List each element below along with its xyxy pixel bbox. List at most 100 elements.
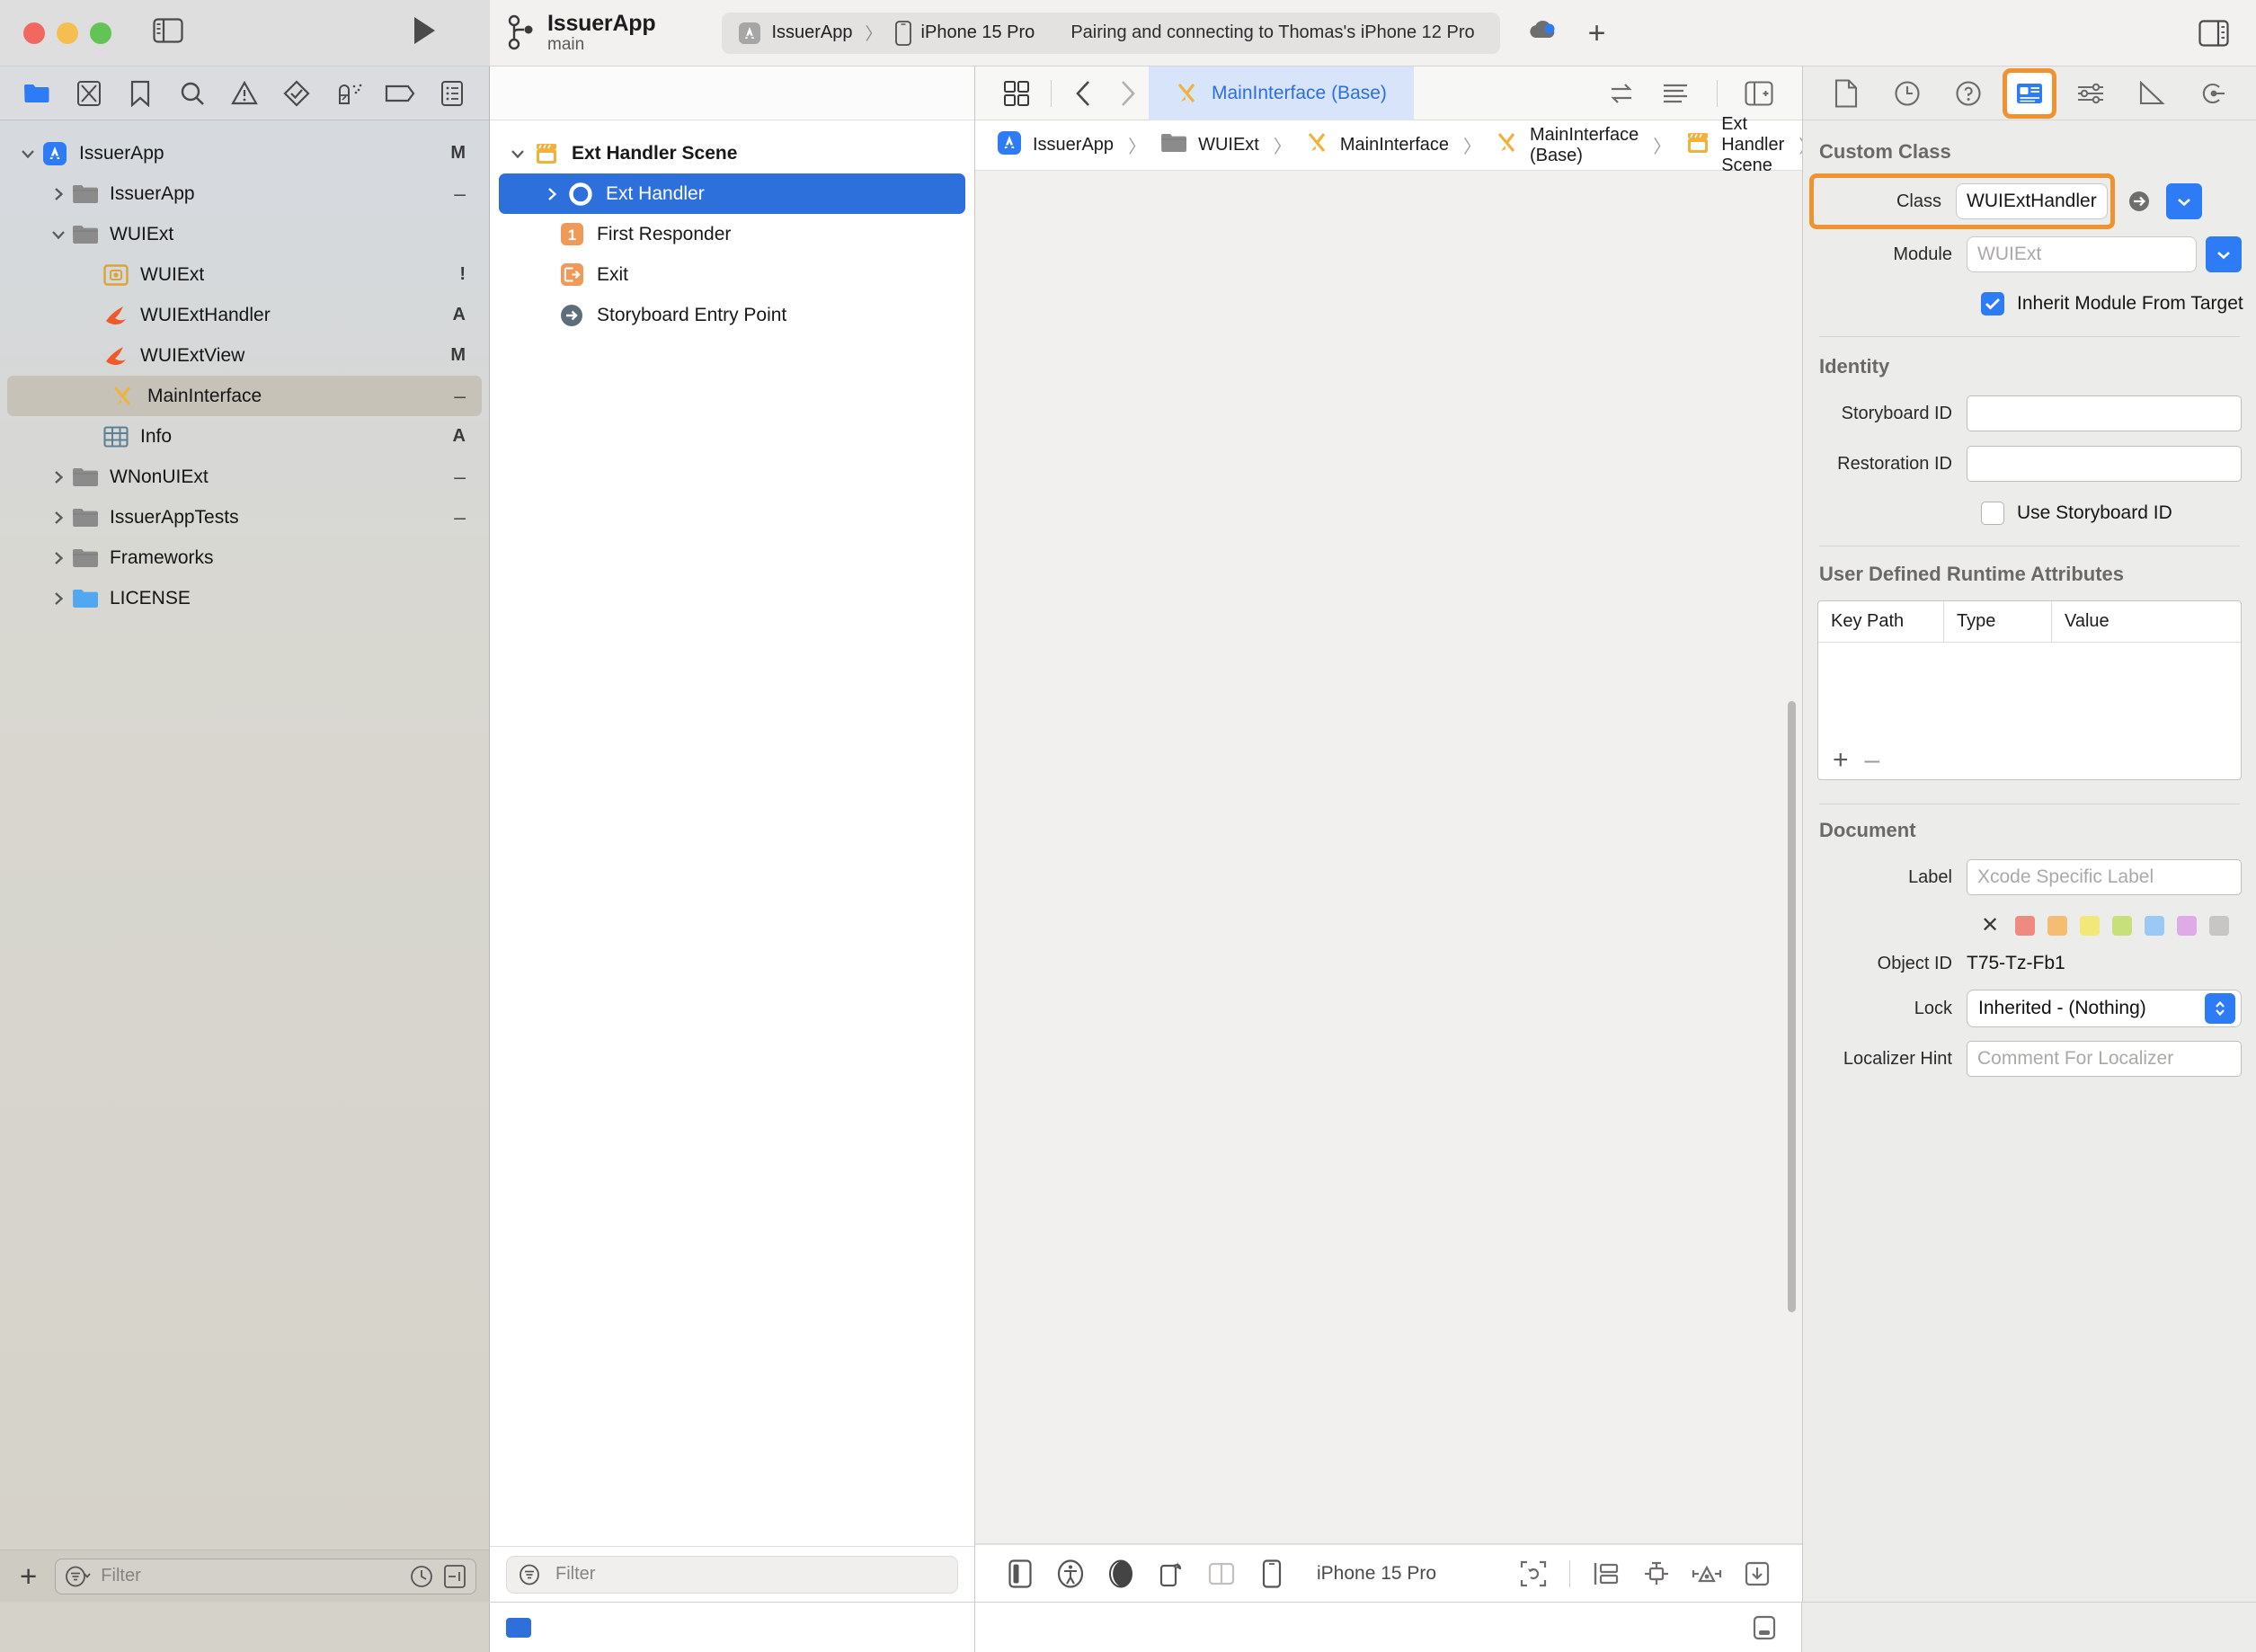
go-forward-button[interactable]: [1106, 74, 1149, 113]
toggle-inspector-icon[interactable]: [2198, 19, 2229, 47]
lock-select[interactable]: Inherited - (Nothing): [1967, 990, 2242, 1027]
size-inspector-icon[interactable]: [2129, 73, 2174, 114]
storyboard-canvas[interactable]: 1: [975, 171, 1802, 1544]
resolve-issues-icon[interactable]: [1732, 1553, 1782, 1594]
add-file-button[interactable]: +: [13, 1561, 44, 1591]
add-constraints-icon[interactable]: [1682, 1553, 1732, 1594]
clear-label-color-button[interactable]: ✕: [1981, 915, 1999, 937]
inherit-module-checkbox[interactable]: [1981, 292, 2004, 315]
label-input[interactable]: Xcode Specific Label: [1967, 859, 2242, 895]
recent-filter-icon[interactable]: [409, 1564, 434, 1589]
label-color-swatch[interactable]: [2112, 916, 2133, 936]
runtime-attributes-table[interactable]: Key Path Type Value + –: [1817, 600, 2242, 780]
label-color-swatches[interactable]: ✕: [1803, 907, 2256, 945]
editor-file-tab[interactable]: MainInterface (Base): [1149, 66, 1414, 120]
file-tree-row[interactable]: IssuerApp –: [0, 173, 489, 214]
debug-navigator-icon[interactable]: [323, 74, 375, 113]
split-view-icon[interactable]: [1196, 1553, 1247, 1594]
disclosure-triangle[interactable]: [47, 591, 70, 607]
update-frames-icon[interactable]: [1508, 1553, 1559, 1594]
minimize-window-button[interactable]: [57, 22, 78, 44]
breadcrumb[interactable]: IssuerApp 〉 WUIExt 〉 MainInterface 〉 MainInter…: [975, 114, 1930, 175]
file-tree-row[interactable]: Info A: [0, 416, 489, 457]
assistant-editor-icon[interactable]: [1598, 74, 1645, 113]
close-window-button[interactable]: [23, 22, 45, 44]
disclosure-triangle[interactable]: [47, 469, 70, 485]
window-controls[interactable]: [23, 22, 111, 44]
file-tree-row[interactable]: WUIExt: [0, 214, 489, 254]
canvas-device-label[interactable]: iPhone 15 Pro: [1317, 1563, 1436, 1585]
breadcrumb-item[interactable]: IssuerApp: [997, 130, 1114, 161]
go-back-button[interactable]: [1062, 74, 1106, 113]
toggle-navigator-icon[interactable]: [153, 18, 183, 48]
file-tree-row[interactable]: MainInterface –: [7, 376, 482, 416]
run-button[interactable]: [413, 16, 436, 49]
disclosure-triangle[interactable]: [538, 186, 565, 202]
debug-area-toggle-icon[interactable]: [1751, 1614, 1778, 1641]
attributes-inspector-icon[interactable]: [2068, 73, 2113, 114]
use-storyboard-id-row[interactable]: Use Storyboard ID: [1803, 493, 2256, 533]
align-icon[interactable]: [1631, 1553, 1682, 1594]
outline-row[interactable]: Ext Handler Scene: [490, 133, 974, 173]
label-color-swatch[interactable]: [2145, 916, 2165, 936]
file-tree-row[interactable]: WNonUIExt –: [0, 457, 489, 497]
issue-navigator-icon[interactable]: [218, 74, 271, 113]
inspector-tab-bar[interactable]: [1803, 67, 2256, 120]
label-color-swatch[interactable]: [2080, 916, 2101, 936]
remove-runtime-attribute-button[interactable]: –: [1865, 747, 1880, 774]
source-control-filter-icon[interactable]: [443, 1564, 466, 1589]
file-tree-row[interactable]: WUIExt!: [0, 254, 489, 295]
runtime-attributes-rows[interactable]: [1818, 643, 2241, 742]
embed-in-icon[interactable]: [1581, 1553, 1631, 1594]
file-tree-row[interactable]: WUIExtHandler A: [0, 295, 489, 335]
label-color-swatch[interactable]: [2047, 916, 2068, 936]
history-inspector-icon[interactable]: [1885, 73, 1930, 114]
file-tree-row[interactable]: WUIExtView M: [0, 335, 489, 376]
navigator-tab-bar[interactable]: [0, 67, 489, 120]
accessibility-icon[interactable]: [1045, 1553, 1096, 1594]
add-runtime-attribute-button[interactable]: +: [1833, 747, 1849, 774]
class-input[interactable]: WUIExtHandler: [1956, 183, 2108, 219]
disclosure-triangle[interactable]: [47, 226, 70, 243]
connections-inspector-icon[interactable]: [2190, 73, 2235, 114]
project-navigator-icon[interactable]: [11, 74, 63, 113]
identity-inspector-icon[interactable]: [2003, 67, 2056, 119]
file-tree-row[interactable]: IssuerApp M: [0, 133, 489, 173]
file-tree-row[interactable]: LICENSE: [0, 578, 489, 618]
jump-to-class-icon[interactable]: [2121, 188, 2157, 215]
breadcrumb-item[interactable]: WUIExt: [1160, 132, 1259, 159]
quick-help-icon[interactable]: [1946, 73, 1991, 114]
label-color-swatch[interactable]: [2015, 916, 2036, 936]
localizer-hint-input[interactable]: Comment For Localizer: [1967, 1041, 2242, 1077]
find-navigator-icon[interactable]: [166, 74, 218, 113]
outline-row[interactable]: Storyboard Entry Point: [490, 295, 974, 335]
bookmark-navigator-icon[interactable]: [115, 74, 167, 113]
label-color-swatch[interactable]: [2177, 916, 2198, 936]
outline-filter-input[interactable]: Filter: [506, 1555, 958, 1594]
branch-indicator[interactable]: IssuerApp main: [508, 11, 656, 55]
navigator-filter-input[interactable]: Filter: [55, 1558, 476, 1594]
report-navigator-icon[interactable]: [426, 74, 478, 113]
use-storyboard-id-checkbox[interactable]: [1981, 502, 2004, 525]
editor-options-icon[interactable]: [993, 74, 1040, 113]
disclosure-triangle[interactable]: [504, 146, 531, 162]
scheme-selector[interactable]: IssuerApp: [738, 22, 853, 45]
source-control-navigator-icon[interactable]: [63, 74, 115, 113]
disclosure-triangle[interactable]: [47, 186, 70, 202]
cloud-status-icon[interactable]: [1527, 19, 1558, 47]
device-bezel-icon[interactable]: [995, 1553, 1045, 1594]
class-dropdown-button[interactable]: [2166, 183, 2202, 219]
restoration-id-input[interactable]: [1967, 446, 2242, 482]
inherit-module-row[interactable]: Inherit Module From Target: [1803, 284, 2256, 324]
zoom-window-button[interactable]: [90, 22, 111, 44]
breadcrumb-item[interactable]: MainInterface (Base): [1496, 125, 1639, 166]
outline-row[interactable]: 1 First Responder: [490, 214, 974, 254]
module-input[interactable]: WUIExt: [1967, 236, 2197, 272]
canvas-vertical-scrollbar[interactable]: [1788, 701, 1796, 1312]
file-tree-row[interactable]: Frameworks: [0, 537, 489, 578]
file-inspector-icon[interactable]: [1824, 73, 1869, 114]
disclosure-triangle[interactable]: [47, 550, 70, 566]
disclosure-triangle[interactable]: [47, 510, 70, 526]
module-dropdown-button[interactable]: [2206, 236, 2242, 272]
outline-row[interactable]: Exit: [490, 254, 974, 295]
